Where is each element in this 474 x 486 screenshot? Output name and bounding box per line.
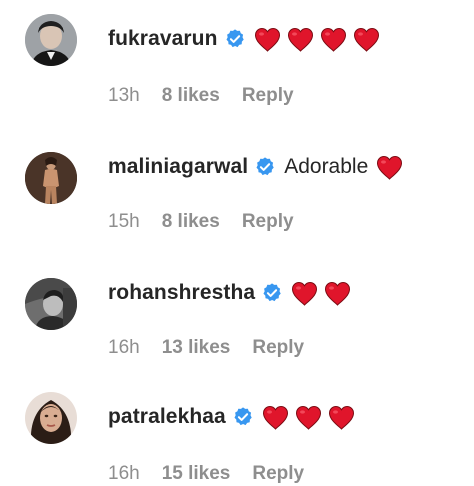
verified-badge-icon	[224, 28, 246, 50]
heart-emojis	[262, 405, 361, 430]
reply-button[interactable]: Reply	[242, 85, 294, 107]
red-heart-icon	[353, 27, 380, 52]
comment-item: patralekhaa 16h 15 likes Reply	[0, 378, 474, 484]
red-heart-icon	[262, 405, 289, 430]
heart-emojis	[254, 27, 386, 52]
avatar[interactable]	[25, 392, 77, 444]
reply-button[interactable]: Reply	[242, 211, 294, 233]
comment-timestamp: 16h	[108, 337, 140, 358]
username[interactable]: rohanshrestha	[108, 281, 255, 305]
red-heart-icon	[254, 27, 281, 52]
red-heart-icon	[291, 281, 318, 306]
comment-timestamp: 16h	[108, 463, 140, 484]
likes-count[interactable]: 13 likes	[162, 337, 231, 359]
verified-badge-icon	[261, 282, 283, 304]
likes-count[interactable]: 8 likes	[162, 211, 220, 233]
avatar[interactable]	[25, 152, 77, 204]
comment-item: maliniagarwal Adorable 15h 8 likes Reply	[0, 126, 474, 232]
heart-emojis	[376, 155, 409, 180]
likes-count[interactable]: 15 likes	[162, 463, 231, 485]
red-heart-icon	[328, 405, 355, 430]
comment-text: Adorable	[284, 155, 369, 178]
avatar[interactable]	[25, 278, 77, 330]
verified-badge-icon	[254, 156, 276, 178]
username[interactable]: maliniagarwal	[108, 155, 248, 179]
reply-button[interactable]: Reply	[252, 463, 304, 485]
heart-emojis	[291, 281, 357, 306]
red-heart-icon	[287, 27, 314, 52]
red-heart-icon	[324, 281, 351, 306]
avatar[interactable]	[25, 14, 77, 66]
comment-timestamp: 13h	[108, 85, 140, 106]
likes-count[interactable]: 8 likes	[162, 85, 220, 107]
verified-badge-icon	[232, 406, 254, 428]
red-heart-icon	[295, 405, 322, 430]
comment-item: fukravarun 13h 8 likes Reply	[0, 0, 474, 106]
username[interactable]: fukravarun	[108, 27, 218, 51]
reply-button[interactable]: Reply	[252, 337, 304, 359]
comment-item: rohanshrestha 16h 13 likes Reply	[0, 252, 474, 358]
username[interactable]: patralekhaa	[108, 405, 226, 429]
red-heart-icon	[320, 27, 347, 52]
comment-timestamp: 15h	[108, 211, 140, 232]
red-heart-icon	[376, 155, 403, 180]
